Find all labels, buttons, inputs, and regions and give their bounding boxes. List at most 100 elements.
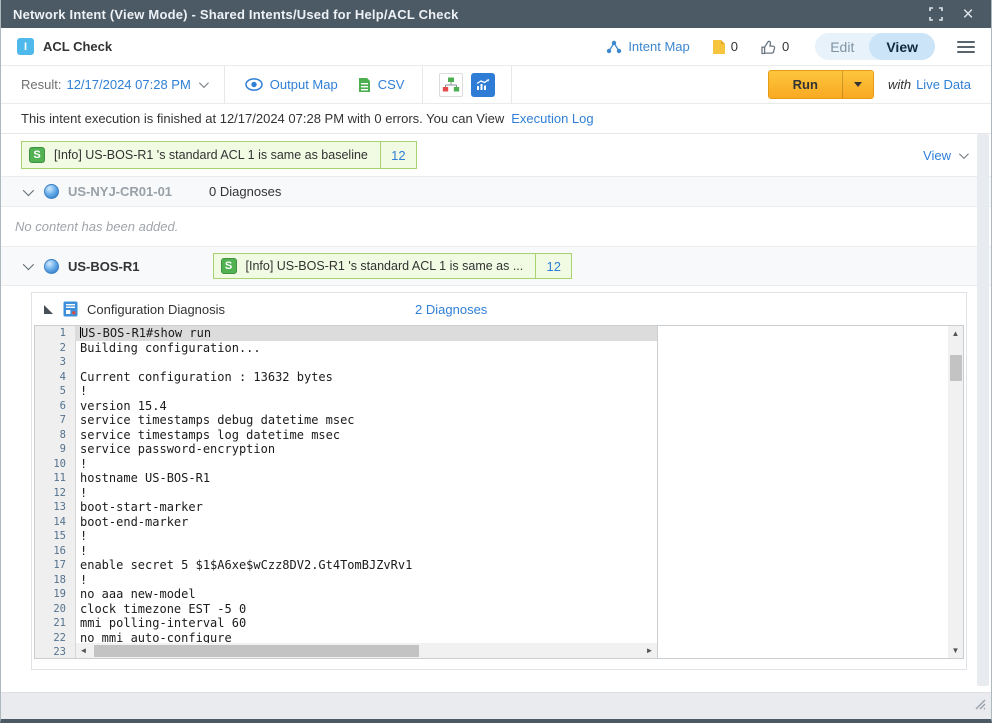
empty-content-row: No content has been added. — [1, 207, 991, 247]
code-line: 4Current configuration : 13632 bytes — [35, 370, 657, 385]
dashboard-button[interactable] — [471, 73, 495, 97]
vertical-scrollbar[interactable]: ▲ ▼ — [948, 326, 963, 658]
line-text — [75, 355, 657, 370]
window-title: Network Intent (View Mode) - Shared Inte… — [13, 7, 459, 22]
like-counter[interactable]: 0 — [760, 39, 789, 55]
hscroll-thumb[interactable] — [94, 645, 419, 657]
diagnosis-body: 1US-BOS-R1#show run2Building configurati… — [34, 325, 964, 659]
vscroll-track[interactable] — [948, 341, 963, 643]
line-text: mmi polling-interval 60 — [75, 616, 657, 631]
line-text: Current configuration : 13632 bytes — [75, 370, 657, 385]
line-text: boot-end-marker — [75, 515, 657, 530]
device-section-us-nyj-cr01-01[interactable]: US-NYJ-CR01-01 0 Diagnoses — [1, 176, 991, 207]
diagnoses-link[interactable]: 2 Diagnoses — [415, 302, 487, 317]
intent-type-icon: I — [17, 38, 34, 55]
line-text: boot-start-marker — [75, 500, 657, 515]
diagnosis-panel-header: Configuration Diagnosis 2 Diagnoses — [32, 293, 966, 325]
expand-triangle-icon[interactable] — [44, 305, 53, 314]
line-number: 22 — [35, 631, 75, 646]
summary-status-badge[interactable]: S [Info] US-BOS-R1 's standard ACL 1 is … — [21, 141, 417, 169]
line-text: ! — [75, 544, 657, 559]
severity-icon: S — [29, 147, 45, 163]
note-counter[interactable]: 0 — [712, 39, 738, 55]
view-dropdown[interactable]: View — [923, 148, 966, 163]
close-icon[interactable]: × — [957, 3, 979, 25]
device-name: US-BOS-R1 — [68, 259, 140, 274]
result-label: Result: — [21, 77, 61, 92]
code-line: 5! — [35, 384, 657, 399]
code-line: 9service password-encryption — [35, 442, 657, 457]
line-number: 16 — [35, 544, 75, 559]
content-scrollbar[interactable] — [977, 134, 989, 686]
intent-map-icon — [606, 40, 622, 54]
view-dropdown-label: View — [923, 148, 951, 163]
execution-log-link[interactable]: Execution Log — [511, 111, 593, 126]
line-number: 15 — [35, 529, 75, 544]
line-number: 8 — [35, 428, 75, 443]
line-number: 11 — [35, 471, 75, 486]
scroll-left-icon[interactable]: ◄ — [76, 646, 91, 655]
result-dropdown[interactable]: Result: 12/17/2024 07:28 PM — [21, 77, 206, 92]
intent-map-button[interactable]: Intent Map — [606, 39, 689, 54]
view-tab[interactable]: View — [869, 33, 935, 60]
code-line: 11hostname US-BOS-R1 — [35, 471, 657, 486]
line-text: ! — [75, 457, 657, 472]
device-tree-button[interactable] — [439, 73, 463, 97]
code-line: 14boot-end-marker — [35, 515, 657, 530]
vscroll-thumb[interactable] — [950, 355, 962, 381]
code-line: 7service timestamps debug datetime msec — [35, 413, 657, 428]
intent-map-label: Intent Map — [628, 39, 689, 54]
scroll-up-icon[interactable]: ▲ — [948, 326, 963, 341]
edit-tab[interactable]: Edit — [815, 39, 869, 55]
line-text: service timestamps log datetime msec — [75, 428, 657, 443]
line-text: hostname US-BOS-R1 — [75, 471, 657, 486]
line-text: ! — [75, 529, 657, 544]
collapse-chevron-icon[interactable] — [23, 184, 34, 195]
scroll-right-icon[interactable]: ► — [642, 646, 657, 655]
scroll-down-icon[interactable]: ▼ — [948, 643, 963, 658]
line-number: 14 — [35, 515, 75, 530]
collapse-chevron-icon[interactable] — [23, 259, 34, 270]
output-map-button[interactable]: Output Map — [245, 77, 338, 92]
note-count: 0 — [731, 39, 738, 54]
menu-icon[interactable] — [957, 38, 975, 56]
code-line: 19no aaa new-model — [35, 587, 657, 602]
maximize-icon[interactable] — [925, 3, 947, 25]
config-code-viewer[interactable]: 1US-BOS-R1#show run2Building configurati… — [35, 326, 658, 658]
csv-export-button[interactable]: CSV — [358, 77, 405, 93]
run-split-button: Run — [768, 70, 874, 99]
summary-row: S [Info] US-BOS-R1 's standard ACL 1 is … — [1, 134, 991, 176]
device-section-us-bos-r1[interactable]: US-BOS-R1 S [Info] US-BOS-R1 's standard… — [1, 247, 991, 286]
run-options-button[interactable] — [842, 71, 873, 98]
line-text: service password-encryption — [75, 442, 657, 457]
csv-file-icon — [358, 77, 371, 93]
run-button[interactable]: Run — [769, 71, 842, 98]
line-number: 23 — [35, 645, 75, 658]
chart-icon — [475, 78, 491, 92]
like-count: 0 — [782, 39, 789, 54]
resize-grip-icon[interactable] — [974, 697, 986, 715]
separator — [422, 66, 423, 103]
device-status-badge[interactable]: S [Info] US-BOS-R1 's standard ACL 1 is … — [213, 253, 573, 279]
severity-icon: S — [221, 258, 237, 274]
thumbs-up-icon — [760, 39, 777, 55]
diagnoses-count: 0 Diagnoses — [209, 184, 281, 199]
hscroll-track[interactable] — [91, 643, 642, 658]
code-line: 8service timestamps log datetime msec — [35, 428, 657, 443]
code-line: 6version 15.4 — [35, 399, 657, 414]
configuration-file-icon — [63, 301, 78, 317]
line-text: ! — [75, 486, 657, 501]
note-icon — [712, 39, 726, 55]
code-line: 15! — [35, 529, 657, 544]
line-number: 18 — [35, 573, 75, 588]
horizontal-scrollbar[interactable]: ◄ ► — [76, 643, 657, 658]
csv-label: CSV — [378, 77, 405, 92]
live-data-link[interactable]: Live Data — [916, 77, 971, 92]
network-intent-window: Network Intent (View Mode) - Shared Inte… — [0, 0, 992, 723]
device-badge-count: 12 — [535, 254, 571, 278]
code-line: 20clock timezone EST -5 0 — [35, 602, 657, 617]
code-line: 12! — [35, 486, 657, 501]
code-line: 10! — [35, 457, 657, 472]
line-number: 17 — [35, 558, 75, 573]
line-number: 19 — [35, 587, 75, 602]
